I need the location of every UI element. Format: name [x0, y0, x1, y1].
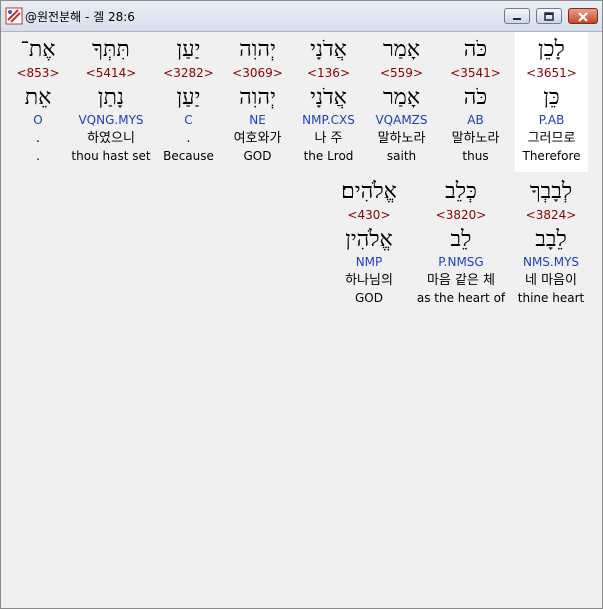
hebrew-word: כֹּה — [463, 37, 488, 62]
english-gloss: thou hast set — [71, 149, 151, 163]
maximize-icon — [544, 12, 554, 21]
strong-number[interactable]: <3541> — [439, 66, 512, 80]
word-cell[interactable]: תִּתְּךָ <5414> נָתַן VQNG.MYS 하였으니 thou… — [69, 32, 153, 172]
english-gloss: the Lrod — [303, 149, 354, 163]
korean-gloss: 말하노라 — [377, 131, 426, 146]
morph-code: C — [184, 113, 193, 127]
korean-gloss: 말하노라 — [451, 131, 500, 146]
close-icon — [578, 12, 588, 22]
word-cell[interactable]: אָמַר <559> אָמַר VQAMZS 말하노라 saith — [365, 32, 438, 172]
morph-code: AB — [467, 113, 484, 127]
korean-gloss: . — [186, 131, 191, 146]
korean-gloss: 하였으니 — [87, 131, 135, 146]
korean-gloss: 네 마음이 — [525, 273, 577, 288]
lemma-word: לֵב — [450, 227, 472, 252]
morph-code: P.NMSG — [438, 255, 484, 269]
english-gloss: Therefore — [522, 149, 581, 163]
strong-number[interactable]: <3069> — [221, 66, 294, 80]
word-cell[interactable]: אֱלֹהִים׃ <430> אֱלֹהִין NMP 하나님의 GOD — [329, 174, 409, 314]
english-gloss: . — [36, 149, 40, 163]
lemma-word: יְהוִה — [239, 85, 276, 110]
morph-code: NMP — [355, 255, 383, 269]
word-cell[interactable]: לְבָבְךָ <3824> לֵבָב NMS.MYS 네 마음이 thin… — [511, 174, 591, 314]
hebrew-word: כְּלֵב — [445, 179, 477, 204]
morph-code: NMS.MYS — [522, 255, 580, 269]
word-cell[interactable]: כְּלֵב <3820> לֵב P.NMSG 마음 같은 체 as the … — [415, 174, 507, 314]
hebrew-word: תִּתְּךָ — [92, 37, 130, 62]
lemma-word: אֲדֹנָי — [310, 85, 347, 110]
english-gloss: as the heart of — [416, 291, 506, 305]
morph-code: VQAMZS — [375, 113, 428, 127]
lemma-word: אָמַר — [382, 85, 421, 110]
word-cell[interactable]: אֲדֹנָי <136> אֲדֹנָי NMP.CXS 나 주 the Lr… — [292, 32, 365, 172]
strong-number[interactable]: <5414> — [69, 66, 153, 80]
korean-gloss: . — [35, 131, 41, 146]
word-cell[interactable]: כֹּה <3541> כֹּה AB 말하노라 thus — [439, 32, 512, 172]
korean-gloss: 그러므로 — [527, 131, 576, 146]
english-gloss: thus — [462, 149, 489, 163]
lemma-word: נָתַן — [97, 85, 125, 110]
morph-code: VQNG.MYS — [78, 113, 144, 127]
interlinear-view: לָכֵן <3651> כֵּן P.AB 그러므로 Therefore כֹ… — [1, 32, 602, 608]
english-gloss: GOD — [243, 149, 272, 163]
word-cell[interactable]: לָכֵן <3651> כֵּן P.AB 그러므로 Therefore — [515, 32, 588, 172]
morph-code: NE — [249, 113, 266, 127]
strong-number[interactable]: <3651> — [515, 66, 588, 80]
hebrew-word: לְבָבְךָ — [529, 179, 573, 204]
lemma-word: אֱלֹהִין — [345, 227, 393, 252]
strong-number[interactable]: <3282> — [152, 66, 225, 80]
word-cell[interactable]: יְהוִה <3069> יְהוִה NE 여호와가 GOD — [221, 32, 294, 172]
korean-gloss: 하나님의 — [345, 273, 393, 288]
minimize-button[interactable] — [504, 8, 530, 24]
hebrew-word: אֲדֹנָי — [310, 37, 347, 62]
minimize-icon — [513, 18, 521, 20]
lemma-word: כֹּה — [463, 85, 488, 110]
english-gloss: thine heart — [517, 291, 585, 305]
hebrew-word: יַעַן — [176, 37, 201, 62]
korean-gloss: 마음 같은 체 — [426, 273, 496, 288]
app-window: @원전분해 - 겔 28:6 לָכֵן <3651> כֵּן P.AB 그러… — [0, 0, 603, 609]
morph-code: O — [33, 113, 43, 127]
hebrew-word: אָמַר — [382, 37, 421, 62]
morph-code: P.AB — [538, 113, 565, 127]
english-gloss: Because — [163, 149, 214, 163]
window-title: @원전분해 - 겔 28:6 — [25, 10, 135, 24]
lemma-word: לֵבָב — [535, 227, 567, 252]
hebrew-word: אֶת־ — [20, 37, 56, 62]
strong-number[interactable]: <559> — [365, 66, 438, 80]
english-gloss: saith — [386, 149, 417, 163]
lemma-word: אֵת — [24, 85, 52, 110]
morph-code: NMP.CXS — [302, 113, 355, 127]
maximize-button[interactable] — [536, 8, 562, 24]
lemma-word: כֵּן — [543, 85, 560, 110]
hebrew-word: אֱלֹהִים׃ — [341, 179, 397, 204]
word-cell[interactable]: אֶת־ <853> אֵת O . . — [3, 32, 73, 172]
hebrew-word: יְהוִה — [239, 37, 276, 62]
strong-number[interactable]: <3820> — [415, 208, 507, 222]
word-cell[interactable]: יַעַן <3282> יַעַן C . Because — [152, 32, 225, 172]
lemma-word: יַעַן — [176, 85, 201, 110]
title-bar[interactable]: @원전분해 - 겔 28:6 — [1, 1, 602, 32]
hebrew-word: לָכֵן — [538, 37, 565, 62]
english-gloss: GOD — [355, 291, 383, 305]
strong-number[interactable]: <3824> — [511, 208, 591, 222]
strong-number[interactable]: <430> — [329, 208, 409, 222]
strong-number[interactable]: <136> — [292, 66, 365, 80]
strong-number[interactable]: <853> — [3, 66, 73, 80]
korean-gloss: 여호와가 — [233, 131, 282, 146]
korean-gloss: 나 주 — [314, 131, 343, 146]
app-icon — [5, 7, 23, 25]
close-button[interactable] — [568, 8, 598, 24]
